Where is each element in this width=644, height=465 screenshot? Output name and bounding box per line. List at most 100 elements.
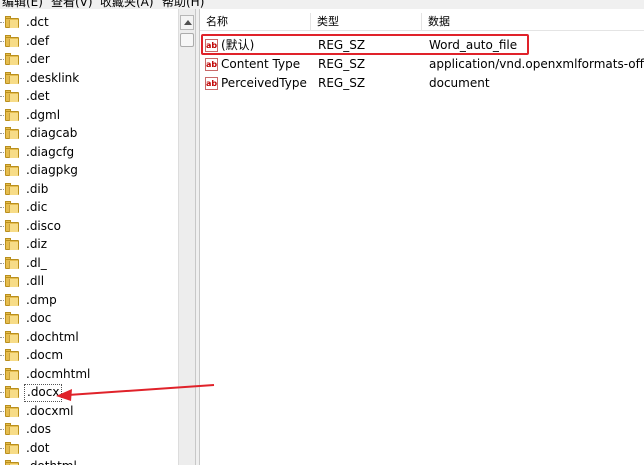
scroll-thumb[interactable] [180,33,194,47]
tree-item-label: .dos [26,422,52,436]
folder-icon [5,182,20,195]
folder-icon [5,90,20,102]
tree-item-label: .der [26,52,50,66]
tree-item[interactable]: .desklink [0,69,178,87]
tree-item[interactable]: .dgml [0,106,178,124]
tree-item[interactable]: .diagpkg [0,161,178,179]
string-value-icon: ab [205,77,218,90]
tree-item[interactable]: .dll [0,272,178,290]
tree-item[interactable]: .diagcfg [0,143,178,161]
tree-item-label: .diagcab [26,126,78,140]
list-header: 名称 类型 数据 [200,13,644,31]
menu-help[interactable]: 帮助(H) [162,0,204,9]
value-data: application/vnd.openxmlformats-officed [429,57,644,71]
tree-item[interactable]: .docx [0,383,178,402]
tree-item[interactable]: .docxml [0,402,178,420]
folder-icon [5,238,20,250]
registry-values-list[interactable]: 名称 类型 数据 ab (默认) REG_SZ Word_auto_file a… [200,9,644,465]
tree-item[interactable]: .doc [0,309,178,327]
registry-key-tree[interactable]: .dct .def .der .desklink .det .dgml .diagcab .d… [0,9,178,465]
folder-icon [5,53,20,65]
value-row[interactable]: ab Content Type REG_SZ application/vnd.o… [200,55,644,74]
folder-icon [5,219,20,232]
folder-icon [5,108,20,121]
tree-item[interactable]: .dot [0,439,178,457]
tree-item[interactable]: .der [0,50,178,68]
tree-item[interactable]: .dos [0,420,178,438]
tree-item[interactable]: .def [0,32,178,50]
column-header-data[interactable]: 数据 [422,13,644,30]
value-data: document [429,76,490,90]
tree-item[interactable]: .docmhtml [0,365,178,383]
tree-item[interactable]: .diagcab [0,124,178,142]
column-header-type[interactable]: 类型 [311,13,422,30]
folder-icon [5,256,20,269]
menu-favorites[interactable]: 收藏夹(A) [100,0,154,9]
folder-icon [5,145,20,158]
tree-item-label: .docmhtml [26,366,91,381]
tree-item[interactable]: .dib [0,180,178,198]
tree-item-label: .docx [24,384,63,402]
tree-item-label: .dothtml [24,458,79,465]
folder-icon [5,349,20,361]
value-type: REG_SZ [318,76,366,90]
folder-icon [5,367,20,380]
value-name: PerceivedType [221,76,307,90]
folder-icon [5,127,20,139]
tree-item-label: .dochtml [26,329,79,344]
tree-item-label: .diz [26,237,48,251]
folder-icon [5,164,20,176]
folder-icon [5,275,20,287]
folder-icon [5,423,20,435]
annotation-highlight-box [201,34,529,55]
folder-icon [5,34,20,47]
tree-item-label: .dmp [26,292,57,307]
tree-item[interactable]: .dochtml [0,328,178,346]
value-type: REG_SZ [318,57,366,71]
tree-item[interactable]: .dct [0,13,178,31]
tree-item[interactable]: .dl_ [0,254,178,272]
tree-item-label: .dl_ [26,255,47,270]
tree-item[interactable]: .dmp [0,291,178,309]
tree-item[interactable]: .det [0,87,178,105]
folder-icon [5,441,20,454]
tree-item[interactable]: .dic [0,198,178,216]
tree-item-label: .docm [26,348,64,362]
tree-item-label: .docxml [26,403,74,418]
value-name: Content Type [221,57,301,71]
folder-icon [5,330,20,343]
tree-scrollbar[interactable] [178,9,195,465]
folder-icon [5,460,20,465]
folder-icon [5,312,20,324]
tree-item-label: .diagcfg [26,144,75,159]
tree-item-label: .dic [26,200,48,214]
tree-item[interactable]: .dothtml [0,457,178,465]
menu-edit[interactable]: 编辑(E) [2,0,43,9]
folder-icon [5,71,20,84]
up-arrow-icon [184,20,192,25]
column-header-name[interactable]: 名称 [200,13,311,30]
menu-view[interactable]: 查看(V) [51,0,93,9]
folder-icon [5,201,20,213]
menu-bar: 编辑(E) 查看(V) 收藏夹(A) 帮助(H) [0,0,644,9]
tree-item-label: .det [26,89,50,103]
scroll-up-button[interactable] [180,15,194,30]
value-row[interactable]: ab PerceivedType REG_SZ document [200,74,644,93]
tree-item[interactable]: .docm [0,346,178,364]
string-value-icon: ab [205,58,218,71]
tree-item-label: .dib [26,181,49,196]
tree-item-label: .dot [26,440,50,455]
folder-icon [5,293,20,306]
tree-item-label: .def [26,33,50,48]
folder-icon [5,404,20,417]
tree-item[interactable]: .diz [0,235,178,253]
tree-item-label: .dll [26,274,45,288]
tree-item-label: .dgml [26,107,61,122]
folder-icon [5,16,20,28]
tree-item[interactable]: .disco [0,217,178,235]
folder-icon [5,386,20,398]
tree-item-label: .disco [26,218,61,233]
tree-item-label: .desklink [26,70,80,85]
tree-item-label: .diagpkg [26,163,78,177]
tree-item-label: .doc [26,311,52,325]
